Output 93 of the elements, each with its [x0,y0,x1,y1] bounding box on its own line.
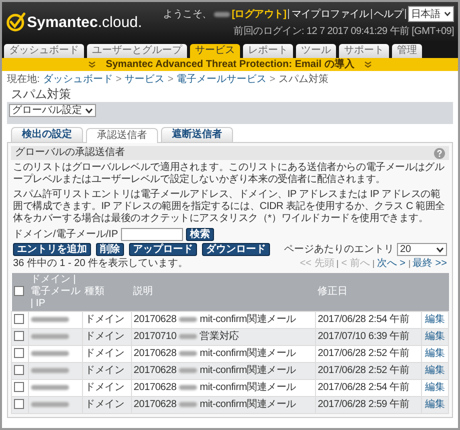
breadcrumb-separator: > [116,74,122,86]
page-size-select[interactable]: 20 [397,243,447,256]
row-checkbox[interactable] [14,331,24,342]
redacted-domain-drawing [31,316,69,322]
redacted-text-drawing [179,350,198,356]
description-note: mit-confirm関連メール [200,314,296,325]
redacted-domain-drawing [31,334,69,339]
table-cell: ドメイン [82,362,132,380]
section-title: グローバルの承認送信者 [15,147,125,159]
breadcrumb-separator: > [269,74,276,86]
table-cell: ドメイン [82,396,132,414]
description-note: 営業対応 [200,331,239,342]
table-cell: ドメイン [82,328,132,346]
action-button[interactable]: ダウンロード [202,243,270,256]
pager-link[interactable]: 最終 >> [412,258,447,270]
scope-select[interactable]: グローバル設定 [9,104,96,117]
redacted-text-drawing [179,316,198,322]
redacted-domain-drawing [31,384,69,390]
search-label: ドメイン/電子メール/IP [13,228,118,240]
description-date: 20170628 [134,399,177,410]
nav-tab[interactable]: レポート [243,44,293,58]
row-checkbox[interactable] [14,314,24,324]
description-date: 20170628 [134,365,177,376]
results-summary: 36 件中の 1 - 20 件を表示しています。 [13,258,188,270]
description-note: mit-confirm関連メール [200,382,296,393]
redacted-text-drawing [179,368,198,373]
redacted-domain-drawing [31,402,69,407]
description-date: 20170628 [134,382,177,393]
caret-icon [436,246,444,252]
header-link[interactable]: ヘルプ [374,7,403,21]
column-header: 説明 [131,273,316,312]
description-date: 20170628 [134,314,177,325]
search-button[interactable]: 検索 [186,228,214,241]
redacted-domain-drawing [31,368,69,373]
column-header: ドメイン | 電子メール | IP [28,273,82,312]
redacted-text-drawing [179,334,198,339]
tab[interactable]: 検出の設定 [11,127,83,142]
banner-link[interactable]: Symantec Advanced Threat Protection: Email の導入 [106,58,354,70]
row-checkbox[interactable] [14,382,24,392]
nav-tab[interactable]: サポート [339,44,389,58]
table-cell: 2017/07/10 6:39 午前 [315,328,422,346]
pager-link[interactable]: 次へ > [376,258,406,270]
redacted-text-drawing [179,402,198,407]
help-icon[interactable] [434,148,445,158]
select-all-checkbox[interactable] [14,286,24,296]
caret-icon [85,108,93,114]
welcome-text: ようこそ、 [163,8,212,21]
search-field[interactable] [121,228,184,241]
logo-text: Symantec.cloud. [27,14,142,30]
description-note: mit-confirm関連メール [200,348,296,359]
tab[interactable]: 承認送信者 [86,128,158,143]
row-checkbox[interactable] [14,399,24,410]
action-button[interactable]: 削除 [96,243,124,256]
page-title: スパム対策 [11,87,72,101]
redacted-domain-drawing [31,350,69,356]
tab[interactable]: 遮断送信者 [161,127,233,142]
breadcrumb-separator: > [168,74,174,86]
nav-tab[interactable]: ダッシュボード [4,44,84,58]
description-text: このリストはグローバルレベルで適用されます。このリストにある送信者からの電子メールはグループレベルまたはユーザーレベルで設定しないかぎり本来の受信者に配信されます。 [13,162,446,186]
description-text: スパム許可リストエントリは電子メールアドレス、ドメイン、IP アドレスまたは IP アドレスの範囲で構成できます。IP アドレスの範囲を指定するには、CIDR 表記を使用するか、クラス C 範囲全体をカバーする場合は最後のオクテットにアスタリスク（*）ワイルドカードを使用できます。 [13,189,446,225]
caret-icon [444,11,451,17]
action-button[interactable]: アップロード [129,243,197,256]
description-date: 20170628 [134,348,177,359]
nav-tab[interactable]: サービス [190,44,240,58]
language-select[interactable]: 日本語 [408,6,454,22]
redacted-name-drawing [214,12,230,16]
breadcrumb-link[interactable]: ダッシュボード [42,74,113,86]
logout-link[interactable]: [ログアウト] [232,7,286,21]
column-header: 種類 [82,273,132,312]
description-note: mit-confirm関連メール [200,399,296,410]
page-size-label: ページあたりのエントリ [284,244,394,256]
nav-tab[interactable]: 管理 [392,44,422,58]
table-cell: 2017/06/28 2:52 午前 [315,362,422,380]
breadcrumb-link[interactable]: サービス [124,74,165,86]
breadcrumb-link[interactable]: 電子メールサービス [176,74,266,86]
breadcrumb-current: スパム対策 [278,74,328,86]
row-checkbox[interactable] [14,365,24,376]
nav-tab[interactable]: ツール [296,44,336,58]
checkmark-logo-icon [6,12,26,32]
last-login-text: 前回のログイン: 12 7 2017 09:41:29 午前 [GMT+09] [234,25,454,38]
table-cell: 2017/06/28 2:59 午前 [315,396,422,414]
header-link[interactable]: マイプロファイル [291,7,369,21]
action-button[interactable]: エントリを追加 [13,243,91,256]
chevron-down-icon [88,61,96,68]
description-date: 20170710 [134,331,177,342]
breadcrumb-label: 現在地: [7,74,40,86]
description-note: mit-confirm関連メール [200,365,296,376]
nav-tab[interactable]: ユーザーとグループ [87,44,187,58]
redacted-text-drawing [179,384,198,390]
table-cell: 2017/06/28 2:54 午前 [315,312,422,328]
column-header: 修正日 [315,273,422,312]
row-checkbox[interactable] [14,348,24,358]
chevron-down-icon [364,61,372,68]
